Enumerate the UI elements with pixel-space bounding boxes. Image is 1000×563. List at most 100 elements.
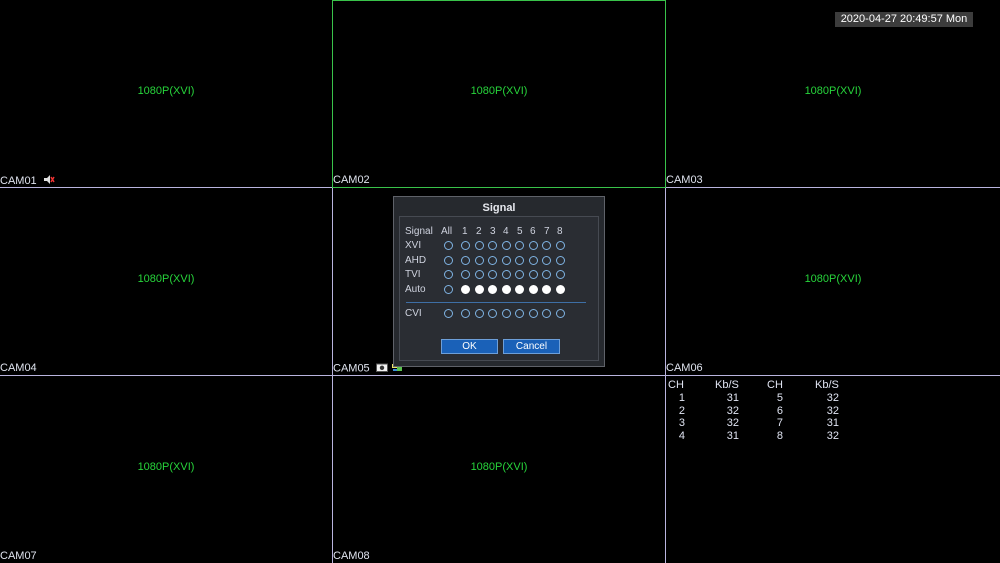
radio-auto-8[interactable] — [556, 285, 565, 294]
row-label-tvi: TVI — [405, 269, 421, 280]
signal-dialog: Signal — [393, 196, 605, 367]
camera-label: CAM02 — [333, 174, 370, 186]
radio-cvi-6[interactable] — [529, 309, 538, 318]
column-header-2: 2 — [476, 226, 482, 237]
radio-tvi-5[interactable] — [515, 270, 524, 279]
radio-auto-1[interactable] — [461, 285, 470, 294]
radio-xvi-5[interactable] — [515, 241, 524, 250]
radio-cvi-8[interactable] — [556, 309, 565, 318]
kbs-cell: 32 — [826, 392, 839, 404]
camera-label: CAM06 — [666, 362, 703, 374]
radio-xvi-7[interactable] — [542, 241, 551, 250]
radio-cvi-4[interactable] — [502, 309, 511, 318]
resolution-label: 1080P(XVI) — [137, 85, 195, 97]
radio-auto-3[interactable] — [488, 285, 497, 294]
camera-name: CAM04 — [0, 362, 37, 374]
column-header-6: 6 — [530, 226, 536, 237]
header-kbs: Kb/S — [715, 379, 739, 391]
radio-xvi-3[interactable] — [488, 241, 497, 250]
row-label-cvi: CVI — [405, 308, 422, 319]
column-header-7: 7 — [544, 226, 550, 237]
dialog-title: Signal — [482, 202, 516, 214]
channel-cell: 1 — [678, 392, 685, 404]
datetime-display: 2020-04-27 20:49:57 Mon — [835, 12, 973, 27]
radio-xvi-all[interactable] — [444, 241, 453, 250]
channel-cell: 5 — [776, 392, 783, 404]
radio-ahd-6[interactable] — [529, 256, 538, 265]
row-label-auto: Auto — [405, 284, 426, 295]
radio-tvi-6[interactable] — [529, 270, 538, 279]
header-ch: CH — [668, 379, 684, 391]
radio-tvi-2[interactable] — [475, 270, 484, 279]
audio-muted-icon — [43, 174, 55, 188]
radio-xvi-1[interactable] — [461, 241, 470, 250]
radio-tvi-7[interactable] — [542, 270, 551, 279]
radio-cvi-5[interactable] — [515, 309, 524, 318]
resolution-label: 1080P(XVI) — [470, 85, 528, 97]
radio-ahd-8[interactable] — [556, 256, 565, 265]
radio-auto-5[interactable] — [515, 285, 524, 294]
kbs-cell: 31 — [726, 430, 739, 442]
kbs-cell: 32 — [726, 417, 739, 429]
camera-name: CAM03 — [666, 174, 703, 186]
radio-auto-2[interactable] — [475, 285, 484, 294]
radio-xvi-8[interactable] — [556, 241, 565, 250]
radio-auto-6[interactable] — [529, 285, 538, 294]
radio-cvi-3[interactable] — [488, 309, 497, 318]
kbs-cell: 32 — [826, 405, 839, 417]
channel-cell: 2 — [678, 405, 685, 417]
cancel-button[interactable]: Cancel — [503, 339, 560, 354]
radio-tvi-3[interactable] — [488, 270, 497, 279]
header-ch: CH — [767, 379, 783, 391]
camera-name: CAM05 — [333, 362, 370, 375]
radio-tvi-all[interactable] — [444, 270, 453, 279]
channel-cell: 3 — [678, 417, 685, 429]
radio-tvi-8[interactable] — [556, 270, 565, 279]
camera-tile-4[interactable]: 1080P(XVI) CAM04 — [0, 188, 332, 375]
radio-xvi-6[interactable] — [529, 241, 538, 250]
radio-ahd-all[interactable] — [444, 256, 453, 265]
resolution-label: 1080P(XVI) — [804, 273, 862, 285]
camera-label: CAM01 — [0, 174, 55, 188]
camera-tile-6[interactable]: 1080P(XVI) CAM06 — [666, 188, 1000, 375]
radio-tvi-4[interactable] — [502, 270, 511, 279]
radio-ahd-7[interactable] — [542, 256, 551, 265]
radio-auto-all[interactable] — [444, 285, 453, 294]
radio-auto-7[interactable] — [542, 285, 551, 294]
column-header-4: 4 — [503, 226, 509, 237]
camera-name: CAM02 — [333, 174, 370, 186]
channel-cell: 4 — [678, 430, 685, 442]
radio-ahd-2[interactable] — [475, 256, 484, 265]
dialog-separator — [406, 302, 586, 303]
camera-tile-3[interactable]: 1080P(XVI) CAM03 — [666, 0, 1000, 187]
radio-ahd-5[interactable] — [515, 256, 524, 265]
radio-auto-4[interactable] — [502, 285, 511, 294]
radio-xvi-4[interactable] — [502, 241, 511, 250]
camera-name: CAM07 — [0, 550, 37, 562]
resolution-label: 1080P(XVI) — [470, 461, 528, 473]
radio-tvi-1[interactable] — [461, 270, 470, 279]
column-header-3: 3 — [490, 226, 496, 237]
camera-name: CAM01 — [0, 174, 37, 187]
camera-tile-7[interactable]: 1080P(XVI) CAM07 — [0, 376, 332, 563]
row-label-xvi: XVI — [405, 240, 422, 251]
camera-name: CAM06 — [666, 362, 703, 374]
camera-tile-1[interactable]: 1080P(XVI) CAM01 — [0, 0, 332, 187]
column-header-5: 5 — [517, 226, 523, 237]
radio-ahd-3[interactable] — [488, 256, 497, 265]
radio-ahd-1[interactable] — [461, 256, 470, 265]
camera-tile-2[interactable]: 1080P(XVI) CAM02 — [333, 0, 665, 187]
camera-name: CAM08 — [333, 550, 370, 562]
ok-button[interactable]: OK — [441, 339, 498, 354]
radio-xvi-2[interactable] — [475, 241, 484, 250]
camera-icon — [375, 363, 388, 375]
radio-cvi-all[interactable] — [444, 309, 453, 318]
radio-cvi-2[interactable] — [475, 309, 484, 318]
camera-label: CAM08 — [333, 550, 370, 562]
dialog-body — [399, 216, 599, 361]
camera-label: CAM07 — [0, 550, 37, 562]
camera-tile-8[interactable]: 1080P(XVI) CAM08 — [333, 376, 665, 563]
radio-cvi-7[interactable] — [542, 309, 551, 318]
radio-cvi-1[interactable] — [461, 309, 470, 318]
radio-ahd-4[interactable] — [502, 256, 511, 265]
